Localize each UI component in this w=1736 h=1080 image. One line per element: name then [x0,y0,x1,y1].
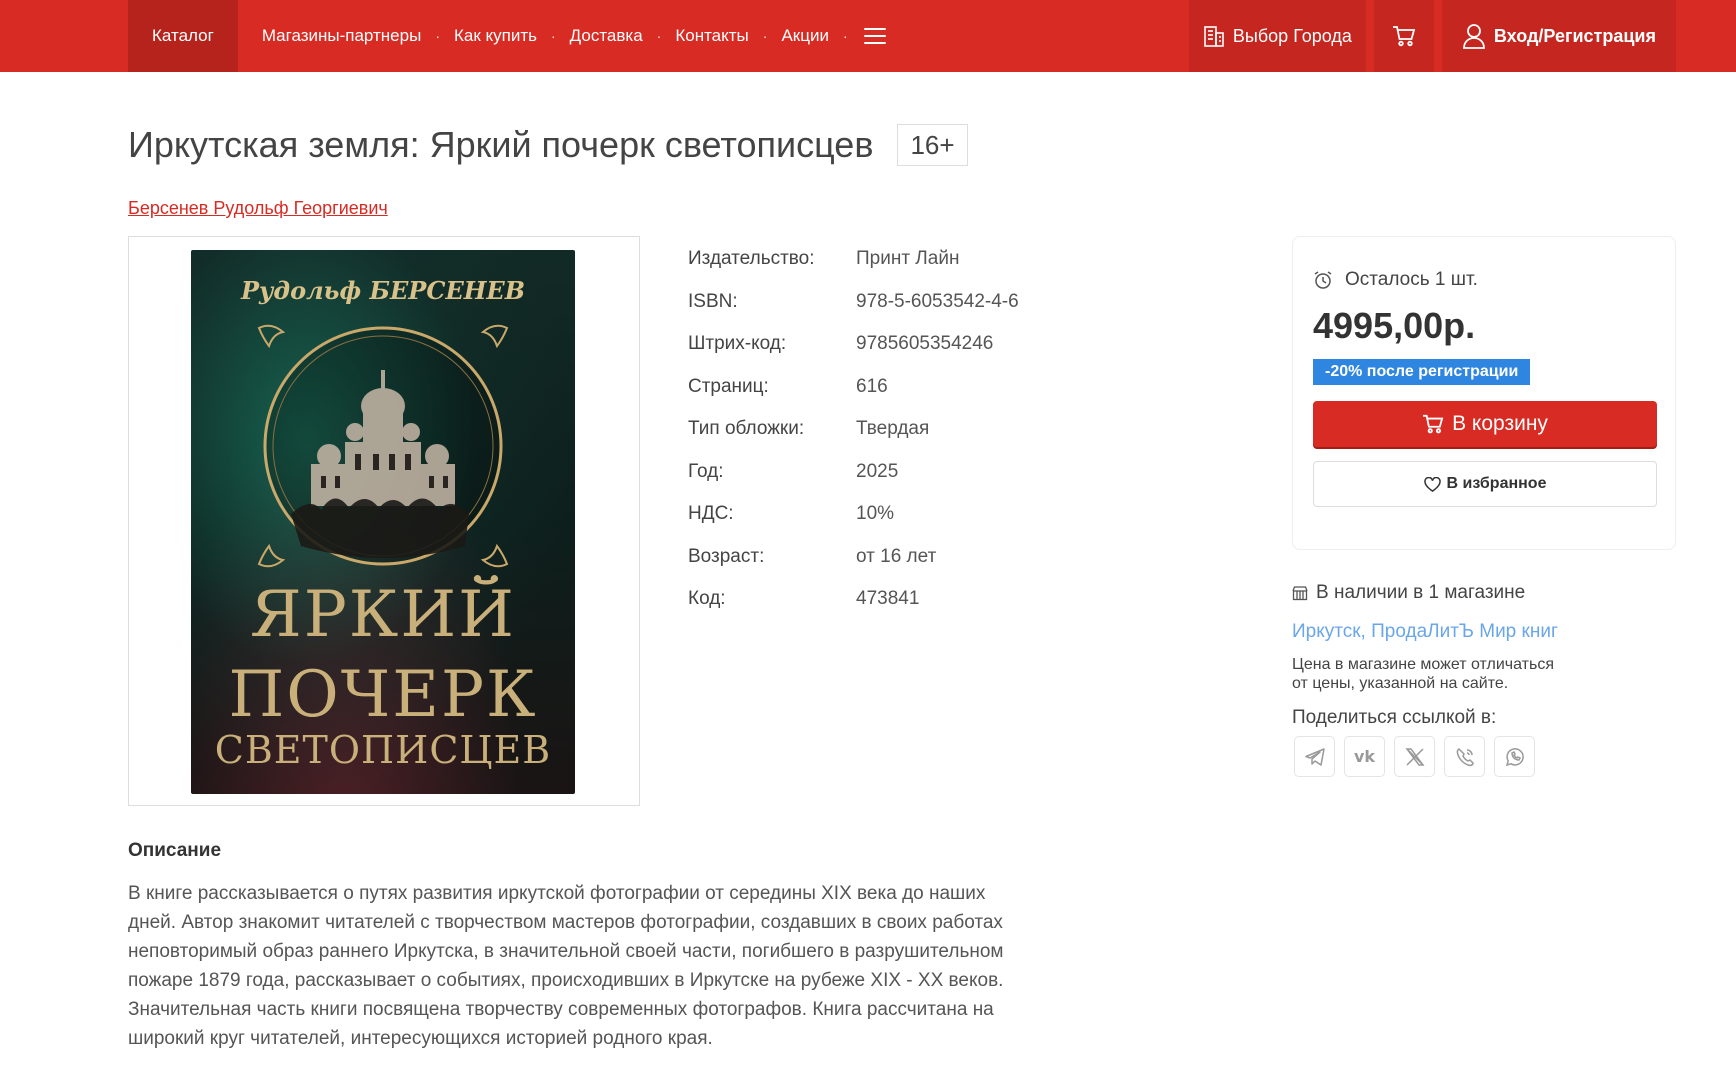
spec-value: 10% [856,503,895,525]
spec-value: от 16 лет [856,545,937,567]
add-to-cart-label: В корзину [1452,412,1548,435]
spec-label: Год: [688,460,724,482]
price-note: Цена в магазине может отличаться от цены… [1292,655,1612,693]
add-to-favorites-button[interactable]: В избранное [1313,461,1657,507]
heart-icon [1423,476,1441,492]
spec-value: 616 [856,375,888,397]
share-viber-button[interactable] [1444,736,1485,777]
title-row: Иркутская земля: Яркий почерк светописце… [128,124,968,166]
main-nav: Каталог Магазины-партнеры · Как купить ·… [128,0,886,72]
description-text: В книге рассказывается о путях развития … [128,883,1004,1049]
product-specs: Издательство: Принт Лайн ISBN: 978-5-605… [688,238,1019,621]
spec-value: 473841 [856,588,920,610]
spec-row-cover-type: Тип обложки: Твердая [688,408,1019,451]
login-register-button[interactable]: Вход/Регистрация [1441,0,1676,72]
spec-label: ISBN: [688,290,738,312]
nav-separator: · [435,28,440,44]
spec-label: НДС: [688,503,734,525]
building-icon [1204,26,1224,47]
top-navigation-bar: Каталог Магазины-партнеры · Как купить ·… [0,0,1736,72]
nav-how-to-buy[interactable]: Как купить [454,0,537,72]
buy-box: Осталось 1 шт. 4995,00р. -20% после реги… [1292,236,1676,550]
spec-row-publisher: Издательство: Принт Лайн [688,238,1019,281]
page-title: Иркутская земля: Яркий почерк светописце… [128,124,874,165]
city-select-label: Выбор Города [1232,25,1352,46]
spec-label: Страниц: [688,375,769,397]
availability-status: В наличии в 1 магазине [1292,582,1525,604]
book-cover-frame[interactable]: Рудольф БЕРСЕНЕВ ЯРКИЙ ПОЧЕРК СВЕТОПИСЦЕ… [128,236,640,806]
nav-delivery[interactable]: Доставка [570,0,643,72]
share-vk-button[interactable]: vk [1344,736,1385,777]
nav-separator: · [550,28,556,44]
store-icon [1292,586,1308,601]
price-note-line: Цена в магазине может отличаться [1292,656,1554,673]
description-title: Описание [128,840,222,861]
share-x-button[interactable] [1394,736,1435,777]
nav-separator: · [842,28,848,44]
spec-row-year: Год: 2025 [688,451,1019,494]
share-buttons: vk [1294,736,1535,777]
availability-text: В наличии в 1 магазине [1316,582,1526,603]
spec-row-vat: НДС: 10% [688,493,1019,536]
spec-label: Издательство: [688,248,815,270]
x-icon [1405,747,1424,766]
spec-row-code: Код: 473841 [688,578,1019,621]
stock-text: Осталось 1 шт. [1345,269,1478,290]
age-rating-badge: 16+ [897,124,968,166]
spec-label: Возраст: [688,545,765,567]
city-select-button[interactable]: Выбор Города [1188,0,1366,72]
price: 4995,00р. [1313,305,1476,346]
spec-value: Твердая [856,418,930,440]
spec-row-barcode: Штрих-код: 9785605354246 [688,323,1019,366]
store-link[interactable]: Иркутск, ПродаЛитЪ Мир книг [1292,621,1558,643]
spec-row-isbn: ISBN: 978-5-6053542-4-6 [688,281,1019,324]
price-note-line: от цены, указанной на сайте. [1292,675,1509,692]
vk-icon: vk [1353,747,1376,766]
cover-title-line: СВЕТОПИСЦЕВ [214,728,552,772]
nav-partner-stores[interactable]: Магазины-партнеры [262,0,422,72]
cover-title-line: ЯРКИЙ [250,578,516,652]
viber-icon [1456,747,1474,766]
cover-author-text: Рудольф БЕРСЕНЕВ [241,276,525,305]
spec-value: 9785605354246 [856,333,994,355]
spec-label: Штрих-код: [688,333,787,355]
nav-contacts[interactable]: Контакты [675,0,748,72]
whatsapp-icon [1505,747,1524,766]
alarm-clock-icon [1314,271,1332,289]
cart-icon [1423,414,1444,434]
add-to-cart-button[interactable]: В корзину [1313,401,1657,447]
nav-promotions[interactable]: Акции [781,0,829,72]
spec-value: 978-5-6053542-4-6 [856,290,1019,312]
login-register-label: Вход/Регистрация [1493,25,1656,46]
spec-label: Код: [688,588,726,610]
nav-separator: · [656,28,662,44]
nav-separator: · [762,28,768,44]
menu-icon[interactable] [863,28,886,44]
spec-row-pages: Страниц: 616 [688,366,1019,409]
book-cover-image: Рудольф БЕРСЕНЕВ ЯРКИЙ ПОЧЕРК СВЕТОПИСЦЕ… [191,250,575,794]
add-to-favorites-label: В избранное [1446,475,1547,492]
spec-value: 2025 [856,460,899,482]
cathedral-medallion-illustration [257,324,509,568]
share-telegram-button[interactable] [1294,736,1335,777]
header-actions: Выбор Города Вход/Регистрация [1188,0,1676,72]
spec-row-age: Возраст: от 16 лет [688,536,1019,579]
spec-value: Принт Лайн [856,248,960,270]
cart-icon [1392,26,1416,47]
header-cart-button[interactable] [1373,0,1434,72]
stock-status: Осталось 1 шт. [1313,269,1478,291]
telegram-icon [1304,747,1325,766]
discount-badge: -20% после регистрации [1313,359,1531,385]
spec-label: Тип обложки: [688,418,805,440]
user-icon [1462,24,1485,49]
cover-title-line: ПОЧЕРК [228,658,538,732]
share-whatsapp-button[interactable] [1494,736,1535,777]
share-label: Поделиться ссылкой в: [1292,707,1497,728]
author-link[interactable]: Берсенев Рудольф Георгиевич [128,198,388,219]
nav-catalog[interactable]: Каталог [128,0,238,72]
